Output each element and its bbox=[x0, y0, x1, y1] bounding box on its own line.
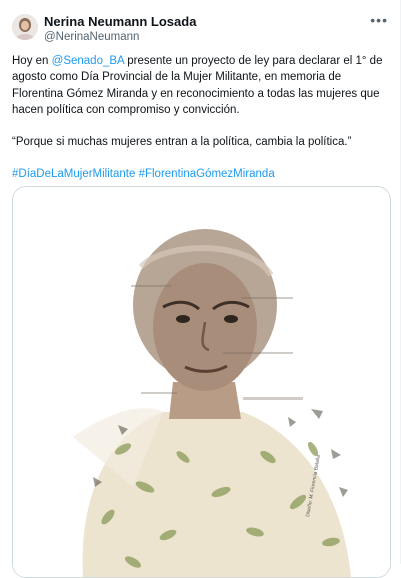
tweet-quote: “Porque si muchas mujeres entran a la po… bbox=[12, 136, 352, 149]
mention-link[interactable]: @Senado_BA bbox=[52, 55, 124, 67]
tweet-text: Hoy en @Senado_BA presente un proyecto d… bbox=[12, 53, 392, 183]
tweet-card: Nerina Neumann Losada @NerinaNeumann •••… bbox=[0, 0, 401, 578]
tweet-media[interactable]: Diseño: M. Florencia Batalla bbox=[12, 186, 391, 578]
author-name[interactable]: Nerina Neumann Losada bbox=[44, 14, 196, 30]
author-handle[interactable]: @NerinaNeumann bbox=[44, 30, 139, 44]
hashtag-link[interactable]: #FlorentinaGómezMiranda bbox=[139, 168, 275, 180]
avatar[interactable] bbox=[12, 14, 38, 40]
portrait-illustration: Diseño: M. Florencia Batalla bbox=[13, 187, 390, 577]
tweet-text-prefix: Hoy en bbox=[12, 55, 52, 67]
hashtag-link[interactable]: #DíaDeLaMujerMilitante bbox=[12, 168, 135, 180]
tweet-hashtags: #DíaDeLaMujerMilitante #FlorentinaGómezM… bbox=[12, 166, 392, 182]
tweet-paragraph: Hoy en @Senado_BA presente un proyecto d… bbox=[12, 53, 392, 118]
more-horizontal-icon[interactable]: ••• bbox=[370, 12, 388, 28]
avatar-image bbox=[12, 14, 38, 40]
